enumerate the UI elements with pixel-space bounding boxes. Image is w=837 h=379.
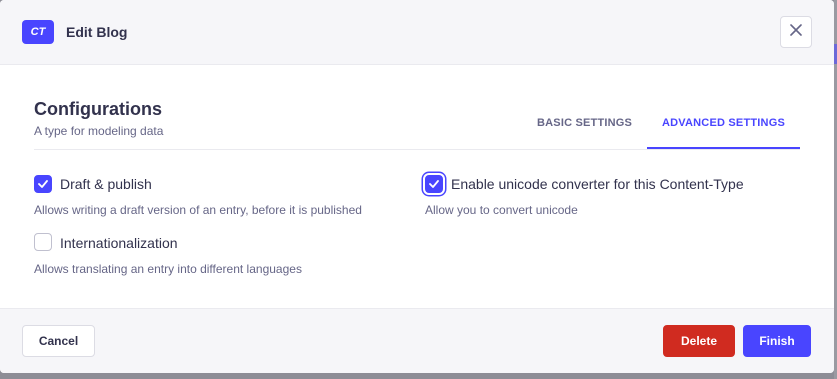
cancel-button[interactable]: Cancel: [22, 325, 95, 357]
draft-publish-checkbox[interactable]: [34, 175, 52, 193]
delete-button[interactable]: Delete: [663, 325, 735, 357]
section-subtitle: A type for modeling data: [34, 124, 164, 138]
unicode-converter-hint: Allow you to convert unicode: [425, 203, 578, 217]
draft-publish-hint: Allows writing a draft version of an ent…: [34, 203, 362, 217]
modal-body: Configurations A type for modeling data …: [0, 65, 834, 308]
check-icon: [429, 180, 439, 188]
content-type-badge: CT: [22, 20, 54, 44]
draft-publish-label[interactable]: Draft & publish: [60, 176, 152, 192]
modal-footer: Cancel Delete Finish: [0, 308, 834, 373]
section-title: Configurations: [34, 99, 162, 119]
finish-button[interactable]: Finish: [743, 325, 811, 357]
edit-modal: CT Edit Blog Configurations A type for m…: [0, 0, 834, 373]
internationalization-hint: Allows translating an entry into differe…: [34, 262, 302, 276]
tab-advanced-settings[interactable]: ADVANCED SETTINGS: [662, 117, 785, 129]
unicode-converter-checkbox[interactable]: [425, 175, 443, 193]
modal-header: CT Edit Blog: [0, 0, 834, 65]
tabs-divider: [34, 149, 800, 150]
internationalization-checkbox[interactable]: [34, 233, 52, 251]
modal-title: Edit Blog: [66, 24, 128, 40]
close-button[interactable]: [780, 16, 812, 48]
check-icon: [38, 180, 48, 188]
internationalization-label[interactable]: Internationalization: [60, 235, 178, 251]
unicode-converter-label[interactable]: Enable unicode converter for this Conten…: [451, 176, 744, 192]
tab-basic-settings[interactable]: BASIC SETTINGS: [537, 117, 632, 129]
close-icon: [790, 23, 802, 41]
